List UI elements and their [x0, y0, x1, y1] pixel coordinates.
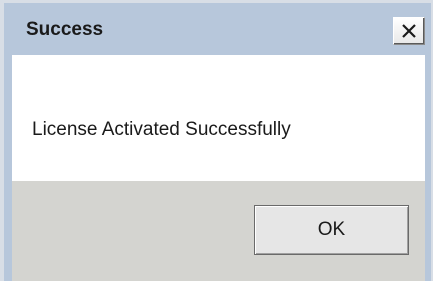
dialog-title: Success: [26, 19, 104, 40]
success-dialog: Success License Activated Successfully O…: [4, 3, 431, 281]
close-button[interactable]: [393, 17, 425, 45]
ok-button[interactable]: OK: [254, 205, 409, 255]
button-area: OK: [12, 181, 425, 281]
message-area: License Activated Successfully: [12, 55, 425, 181]
message-text: License Activated Successfully: [32, 119, 291, 140]
close-x-icon: [402, 24, 416, 38]
title-bar[interactable]: Success: [12, 3, 425, 55]
